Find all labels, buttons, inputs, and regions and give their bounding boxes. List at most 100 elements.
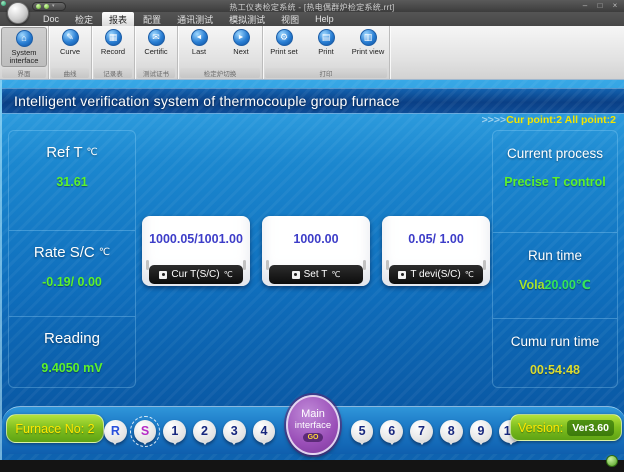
next-button[interactable]: Next [221, 27, 261, 67]
bottom-bar: Furnace No: 2 R S 1 2 3 4 Main interface… [2, 406, 624, 454]
cumu-run-time-label: Cumu run time [493, 334, 617, 349]
record-icon [105, 29, 122, 46]
toolbar-group-caption: 记录表 [94, 68, 132, 78]
cur-t-card: 1000.05/1001.00 Cur T(S/C) ℃ [142, 216, 250, 286]
close-button[interactable]: × [610, 2, 620, 10]
ribbon-toolbar: System interface 界面 Curve 曲线 Record 记录表 [0, 26, 624, 80]
points-arrows: >>>> [482, 114, 507, 126]
channel-button-8[interactable]: 8 [440, 420, 463, 443]
set-t-caption-bar: Set T ℃ [269, 265, 363, 284]
menu-comm-test[interactable]: 通讯测试 [170, 12, 220, 27]
banner: Intelligent verification system of therm… [2, 88, 624, 114]
celsius-unit: ℃ [99, 247, 110, 258]
points-text: Cur point:2 All point:2 [506, 114, 616, 126]
menu-verify[interactable]: 检定 [68, 12, 100, 27]
cur-t-value: 1000.05/1001.00 [142, 232, 250, 246]
channel-button-r[interactable]: R [104, 420, 127, 443]
menu-view[interactable]: 视图 [274, 12, 306, 27]
celsius-unit: ℃ [465, 270, 474, 279]
minimize-button[interactable]: – [580, 2, 590, 10]
curve-icon [62, 29, 79, 46]
reading-value: 9.4050 mV [9, 361, 135, 375]
quick-access-icon[interactable] [44, 4, 49, 9]
toolbar-group-caption: 检定炉切换 [180, 68, 260, 78]
celsius-unit: ℃ [87, 147, 98, 158]
quick-access-toolbar[interactable]: ▾ [32, 2, 66, 11]
menu-sim-test[interactable]: 模拟测试 [222, 12, 272, 27]
restore-button[interactable]: □ [595, 2, 605, 10]
cumu-run-time-value: 00:54:48 [493, 363, 617, 377]
next-icon [233, 29, 250, 46]
t-devi-label: T devi(S/C) [410, 269, 460, 280]
menu-doc[interactable]: Doc [36, 13, 66, 25]
menu-report[interactable]: 报表 [102, 12, 134, 27]
reading-block: Reading 9.4050 mV [9, 316, 135, 402]
right-stats-panel: Current process Precise T control Run ti… [492, 130, 618, 388]
channel-selector-row: R S 1 2 3 4 Main interface GO 5 6 7 8 9 … [104, 407, 522, 455]
rate-label: Rate S/C [34, 244, 95, 261]
ref-t-block: Ref T ℃ 31.61 [9, 144, 135, 230]
channel-button-5[interactable]: 5 [351, 420, 374, 443]
card-marker-icon [292, 271, 300, 279]
toolbar-group-caption: 测试证书 [137, 68, 175, 78]
channel-button-6[interactable]: 6 [380, 420, 403, 443]
set-t-card: 1000.00 Set T ℃ [262, 216, 370, 286]
channel-button-s[interactable]: S [134, 420, 157, 443]
ref-t-label: Ref T [46, 144, 82, 161]
chevron-down-icon[interactable]: ▾ [52, 4, 55, 9]
channel-button-1[interactable]: 1 [163, 420, 186, 443]
left-stats-panel: Ref T ℃ 31.61 Rate S/C ℃ -0.19/ 0.00 Rea… [8, 130, 136, 388]
print-view-icon [360, 29, 377, 46]
cur-t-label: Cur T(S/C) [171, 269, 219, 280]
print-view-button[interactable]: Print view [348, 27, 388, 67]
main-panel: Intelligent verification system of therm… [0, 80, 624, 460]
main-interface-button[interactable]: Main interface GO [286, 395, 339, 455]
toolbar-group-certificate: Certific 测试证书 [135, 26, 178, 79]
celsius-unit: ℃ [224, 270, 233, 279]
menu-help[interactable]: Help [308, 13, 341, 25]
certificate-icon [148, 29, 165, 46]
celsius-unit: ℃ [331, 270, 340, 279]
channel-button-2[interactable]: 2 [193, 420, 216, 443]
rate-block: Rate S/C ℃ -0.19/ 0.00 [9, 230, 135, 316]
print-set-button[interactable]: Print set [264, 27, 304, 67]
print-set-icon [276, 29, 293, 46]
channel-button-4[interactable]: 4 [253, 420, 276, 443]
cur-t-caption-bar: Cur T(S/C) ℃ [149, 265, 243, 284]
channel-button-9[interactable]: 9 [470, 420, 493, 443]
version-badge: Version: Ver3.60 [510, 414, 622, 441]
system-interface-icon [16, 30, 33, 47]
vola-label: Vola [519, 278, 544, 292]
t-devi-value: 0.05/ 1.00 [382, 232, 490, 246]
title-bar: 热工仪表检定系统 - [热电偶群炉检定系统.rrt] – □ × [0, 0, 624, 12]
menu-config[interactable]: 配置 [136, 12, 168, 27]
record-button[interactable]: Record [93, 27, 133, 67]
furnace-number-label: Furnace No: 2 [15, 422, 94, 436]
application-orb-button[interactable] [7, 2, 29, 24]
toolbar-group-interface: System interface 界面 [0, 26, 49, 79]
curve-button[interactable]: Curve [50, 27, 90, 67]
certificate-button[interactable]: Certific [136, 27, 176, 67]
last-icon [191, 29, 208, 46]
status-bar [0, 460, 624, 472]
print-button[interactable]: Print [306, 27, 346, 67]
cumu-run-time-block: Cumu run time 00:54:48 [493, 318, 617, 404]
quick-access-icon[interactable] [36, 4, 41, 9]
go-label: GO [303, 433, 324, 442]
channel-button-3[interactable]: 3 [223, 420, 246, 443]
run-time-label: Run time [493, 248, 617, 263]
toolbar-group-caption: 打印 [265, 68, 387, 78]
system-interface-button[interactable]: System interface [1, 27, 47, 67]
page-title: Intelligent verification system of therm… [2, 93, 400, 109]
last-button[interactable]: Last [179, 27, 219, 67]
t-devi-caption-bar: T devi(S/C) ℃ [389, 265, 483, 284]
toolbar-group-curve: Curve 曲线 [49, 26, 92, 79]
channel-button-7[interactable]: 7 [410, 420, 433, 443]
version-value: Ver3.60 [567, 420, 614, 436]
ref-t-value: 31.61 [9, 175, 135, 189]
reading-label: Reading [44, 330, 100, 347]
toolbar-group-record: Record 记录表 [92, 26, 135, 79]
toolbar-group-furnace-switch: Last Next 检定炉切换 [178, 26, 263, 79]
readout-cards: 1000.05/1001.00 Cur T(S/C) ℃ 1000.00 Set… [142, 216, 490, 286]
version-label: Version: [518, 421, 563, 435]
